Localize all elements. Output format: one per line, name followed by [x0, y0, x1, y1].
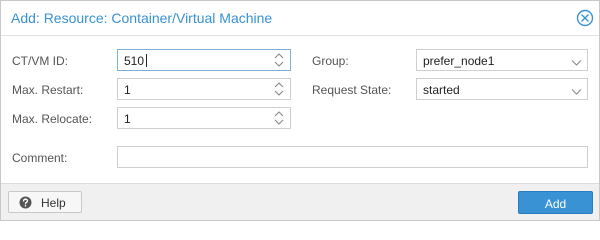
max-restart-value: 1: [124, 83, 131, 97]
dialog-titlebar: Add: Resource: Container/Virtual Machine: [1, 1, 599, 36]
request-state-label: Request State:: [312, 83, 392, 97]
vmid-spinner-icon[interactable]: [273, 52, 285, 68]
add-resource-dialog: Add: Resource: Container/Virtual Machine…: [0, 0, 600, 221]
dialog-title: Add: Resource: Container/Virtual Machine: [11, 10, 273, 26]
comment-input[interactable]: [117, 146, 588, 168]
max-relocate-value: 1: [124, 112, 131, 126]
vmid-label: CT/VM ID:: [12, 54, 68, 68]
chevron-down-icon[interactable]: [571, 56, 582, 66]
question-circle-icon: [19, 196, 32, 209]
add-button[interactable]: Add: [518, 191, 593, 214]
add-button-label: Add: [544, 197, 567, 211]
close-icon[interactable]: [576, 9, 594, 27]
help-button-label: Help: [41, 196, 66, 210]
group-label: Group:: [312, 54, 349, 68]
text-caret: [146, 54, 147, 67]
max-restart-label: Max. Restart:: [12, 83, 84, 97]
max-restart-spinner-icon[interactable]: [273, 81, 285, 97]
chevron-down-icon[interactable]: [571, 85, 582, 95]
group-value: prefer_node1: [423, 54, 495, 68]
max-relocate-label: Max. Relocate:: [12, 112, 93, 126]
dialog-footer: Help Add: [1, 183, 599, 220]
request-state-value: started: [423, 83, 460, 97]
max-relocate-spinner-icon[interactable]: [273, 110, 285, 126]
comment-label: Comment:: [12, 151, 68, 165]
vmid-value: 510: [124, 54, 145, 68]
group-select[interactable]: prefer_node1: [416, 49, 588, 71]
max-restart-input[interactable]: 1: [117, 78, 291, 100]
max-relocate-input[interactable]: 1: [117, 107, 291, 129]
request-state-select[interactable]: started: [416, 78, 588, 100]
vmid-input[interactable]: 510: [117, 49, 291, 71]
help-button[interactable]: Help: [8, 191, 82, 213]
